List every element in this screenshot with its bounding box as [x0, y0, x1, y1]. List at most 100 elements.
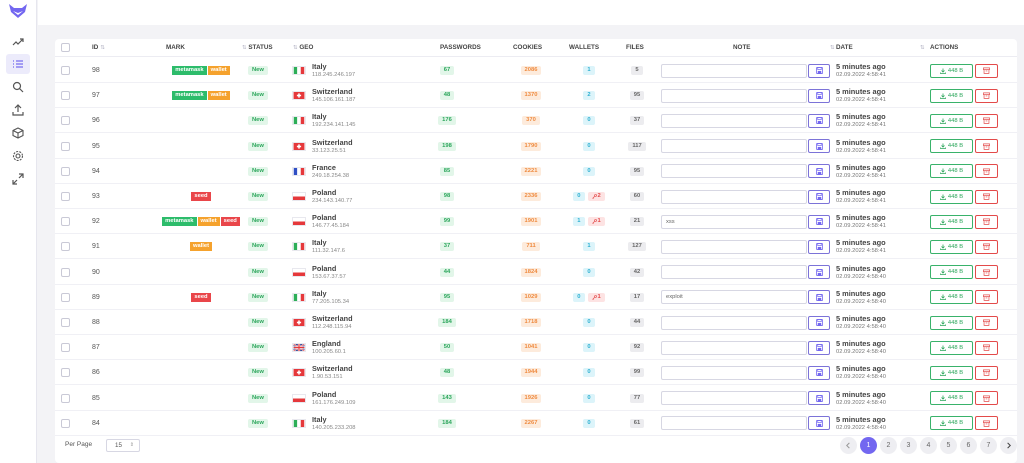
- download-log-button[interactable]: 448 B: [930, 239, 973, 254]
- save-note-button[interactable]: [808, 139, 830, 154]
- download-log-button[interactable]: 448 B: [930, 265, 973, 280]
- save-note-button[interactable]: [808, 63, 830, 78]
- header-actions-sort[interactable]: ⇅: [918, 44, 925, 51]
- note-input[interactable]: [661, 340, 807, 355]
- save-note-button[interactable]: [808, 290, 830, 305]
- header-date-sort[interactable]: ⇅: [828, 44, 835, 51]
- cookies-count[interactable]: 1944: [520, 368, 542, 378]
- download-log-button[interactable]: 448 B: [930, 113, 973, 128]
- files-count[interactable]: 37: [629, 116, 645, 126]
- files-count[interactable]: 77: [629, 393, 645, 403]
- download-log-button[interactable]: 448 B: [930, 214, 973, 229]
- download-log-button[interactable]: 448 B: [930, 164, 973, 179]
- download-log-button[interactable]: 448 B: [930, 88, 973, 103]
- row-checkbox[interactable]: [61, 368, 70, 378]
- save-note-button[interactable]: [808, 164, 830, 179]
- row-checkbox[interactable]: [61, 141, 70, 151]
- download-log-button[interactable]: 448 B: [930, 391, 973, 406]
- passwords-count[interactable]: 98: [439, 192, 455, 201]
- delete-log-button[interactable]: [975, 164, 998, 179]
- passwords-count[interactable]: 44: [439, 267, 455, 277]
- delete-log-button[interactable]: [975, 139, 998, 154]
- per-page-select[interactable]: 15 ⇕: [106, 439, 140, 452]
- files-count[interactable]: 61: [629, 418, 645, 428]
- delete-log-button[interactable]: [975, 189, 998, 204]
- cookies-count[interactable]: 1790: [520, 141, 542, 151]
- save-note-button[interactable]: [808, 88, 830, 103]
- cookies-count[interactable]: 1901: [520, 217, 542, 227]
- download-log-button[interactable]: 448 B: [930, 63, 973, 78]
- delete-log-button[interactable]: [975, 239, 998, 254]
- delete-log-button[interactable]: [975, 265, 998, 280]
- files-count[interactable]: 99: [629, 368, 645, 378]
- note-input[interactable]: [661, 365, 807, 380]
- note-input[interactable]: [661, 189, 807, 204]
- row-checkbox[interactable]: [61, 267, 70, 277]
- passwords-count[interactable]: 184: [438, 418, 456, 428]
- row-checkbox[interactable]: [61, 91, 70, 101]
- note-input[interactable]: [661, 239, 807, 254]
- select-all-checkbox[interactable]: [61, 43, 70, 52]
- upload-icon[interactable]: [6, 100, 30, 120]
- box-icon[interactable]: [6, 123, 30, 143]
- files-count[interactable]: 44: [629, 318, 645, 327]
- header-passwords[interactable]: PASSWORDS: [440, 44, 481, 51]
- note-input[interactable]: xss: [661, 214, 807, 229]
- passwords-count[interactable]: 99: [439, 217, 455, 227]
- cookies-count[interactable]: 1926: [520, 393, 542, 403]
- files-count[interactable]: 42: [629, 267, 645, 277]
- delete-log-button[interactable]: [975, 113, 998, 128]
- row-checkbox[interactable]: [61, 66, 70, 75]
- row-checkbox[interactable]: [61, 418, 70, 428]
- files-count[interactable]: 5: [631, 66, 643, 75]
- save-note-button[interactable]: [808, 340, 830, 355]
- download-log-button[interactable]: 448 B: [930, 290, 973, 305]
- cookies-count[interactable]: 1029: [520, 292, 542, 302]
- header-cookies[interactable]: COOKIES: [513, 44, 542, 51]
- note-input[interactable]: [661, 391, 807, 406]
- passwords-count[interactable]: 37: [439, 242, 455, 252]
- cookies-count[interactable]: 1718: [520, 318, 542, 327]
- cookies-count[interactable]: 2336: [520, 192, 542, 201]
- header-wallets[interactable]: WALLETS: [569, 44, 599, 51]
- download-log-button[interactable]: 448 B: [930, 416, 973, 431]
- passwords-count[interactable]: 184: [438, 318, 456, 327]
- passwords-count[interactable]: 48: [439, 368, 455, 378]
- cookies-count[interactable]: 1824: [520, 267, 542, 277]
- header-geo[interactable]: ⇅ GEO: [291, 44, 313, 51]
- expand-icon[interactable]: [6, 169, 30, 189]
- files-count[interactable]: 17: [629, 292, 645, 302]
- note-input[interactable]: [661, 416, 807, 431]
- row-checkbox[interactable]: [61, 242, 70, 252]
- cookies-count[interactable]: 1041: [520, 343, 542, 353]
- page-button[interactable]: 6: [960, 437, 977, 454]
- download-log-button[interactable]: 448 B: [930, 189, 973, 204]
- note-input[interactable]: [661, 315, 807, 330]
- note-input[interactable]: [661, 265, 807, 280]
- gear-icon[interactable]: [6, 146, 30, 166]
- trending-icon[interactable]: [6, 32, 30, 52]
- save-note-button[interactable]: [808, 189, 830, 204]
- save-note-button[interactable]: [808, 113, 830, 128]
- delete-log-button[interactable]: [975, 416, 998, 431]
- row-checkbox[interactable]: [61, 393, 70, 403]
- page-button[interactable]: 5: [940, 437, 957, 454]
- passwords-count[interactable]: 48: [439, 91, 455, 101]
- download-log-button[interactable]: 448 B: [930, 139, 973, 154]
- passwords-count[interactable]: 176: [438, 116, 456, 126]
- search-icon[interactable]: [6, 77, 30, 97]
- delete-log-button[interactable]: [975, 315, 998, 330]
- note-input[interactable]: [661, 164, 807, 179]
- row-checkbox[interactable]: [61, 343, 70, 353]
- delete-log-button[interactable]: [975, 340, 998, 355]
- next-page-button[interactable]: [1000, 437, 1017, 454]
- download-log-button[interactable]: 448 B: [930, 340, 973, 355]
- files-count[interactable]: 21: [629, 217, 645, 227]
- row-checkbox[interactable]: [61, 192, 70, 201]
- cookies-count[interactable]: 2086: [520, 66, 542, 75]
- row-checkbox[interactable]: [61, 217, 70, 227]
- page-button[interactable]: 7: [980, 437, 997, 454]
- passwords-count[interactable]: 85: [439, 166, 455, 176]
- prev-page-button[interactable]: [840, 437, 857, 454]
- header-files[interactable]: FILES: [626, 44, 644, 51]
